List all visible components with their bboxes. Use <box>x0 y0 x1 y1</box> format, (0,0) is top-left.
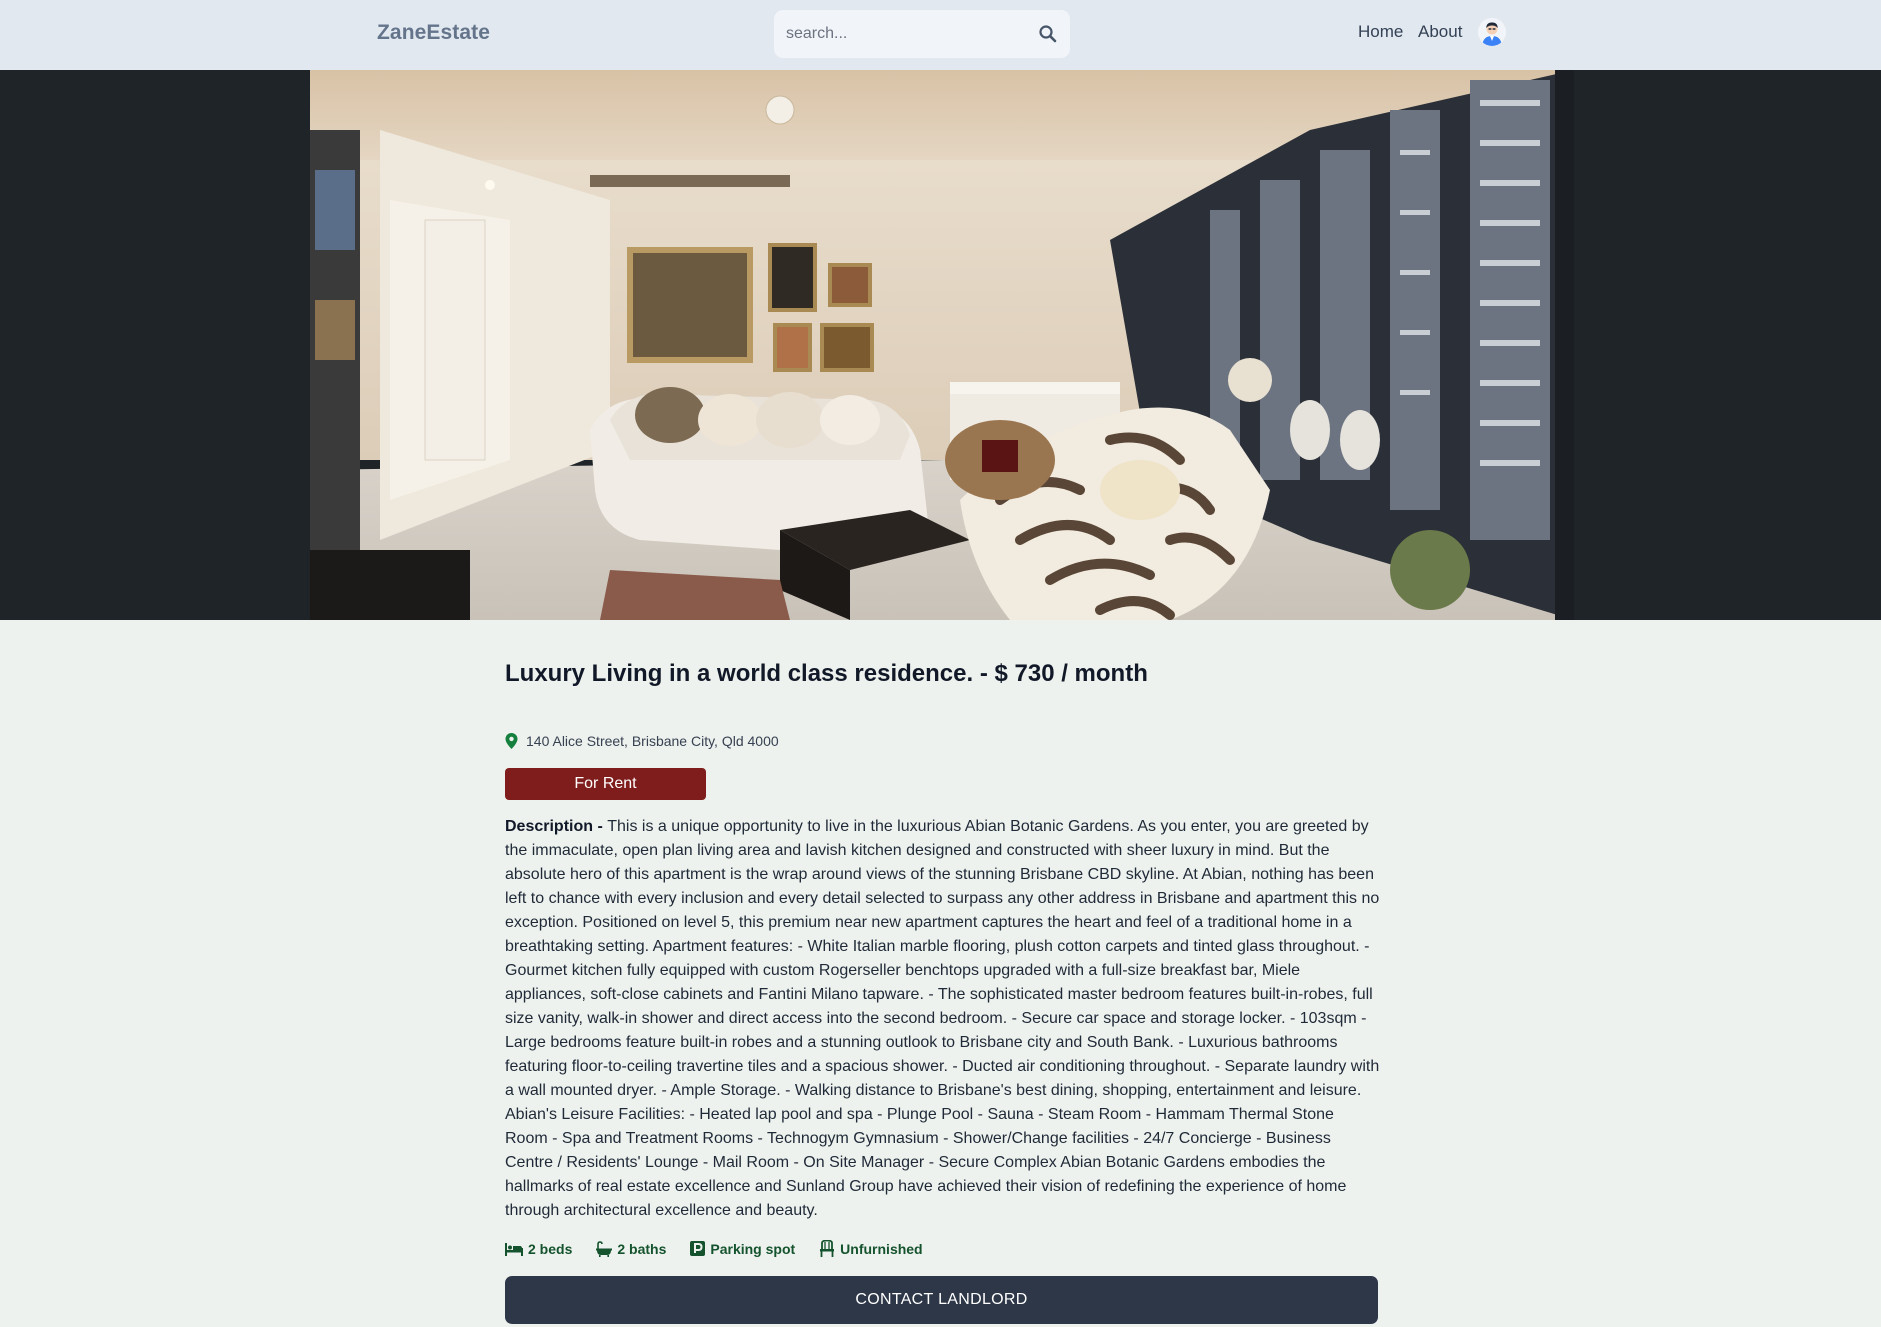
listing-photo <box>310 70 1574 620</box>
description-text: This is a unique opportunity to live in … <box>505 818 1380 1219</box>
nav-home-link[interactable]: Home <box>1358 22 1403 42</box>
listing-type-badge: For Rent <box>505 768 706 800</box>
beds-count: 2 beds <box>528 1240 573 1257</box>
parking-icon <box>690 1241 706 1256</box>
bath-icon <box>596 1240 613 1257</box>
contact-landlord-button[interactable]: CONTACT LANDLORD <box>505 1276 1378 1324</box>
feature-furnished: Unfurnished <box>819 1240 923 1257</box>
search-icon[interactable] <box>1038 24 1058 44</box>
listing-features: 2 beds 2 baths Parking spot Unfurnished <box>505 1240 923 1257</box>
listing-title: Luxury Living in a world class residence… <box>505 660 1148 687</box>
bed-icon <box>505 1242 523 1256</box>
listing-description: Description - This is a unique opportuni… <box>505 815 1380 1223</box>
site-logo[interactable]: ZaneEstate <box>377 21 490 45</box>
parking-text: Parking spot <box>710 1240 796 1257</box>
feature-beds: 2 beds <box>505 1240 572 1257</box>
feature-parking: Parking spot <box>690 1240 795 1257</box>
baths-count: 2 baths <box>617 1240 667 1257</box>
search-form <box>774 10 1070 58</box>
map-pin-icon <box>505 733 518 749</box>
address-text: 140 Alice Street, Brisbane City, Qld 400… <box>526 733 779 749</box>
chair-icon <box>820 1240 835 1257</box>
description-label: Description - <box>505 818 608 835</box>
top-navbar: ZaneEstate Home About <box>0 0 1881 70</box>
user-avatar[interactable] <box>1478 18 1506 46</box>
furnished-text: Unfurnished <box>840 1240 923 1257</box>
search-input[interactable] <box>786 10 1038 58</box>
listing-image-carousel <box>0 70 1881 620</box>
nav-about-link[interactable]: About <box>1418 22 1462 42</box>
feature-baths: 2 baths <box>596 1240 666 1257</box>
listing-address: 140 Alice Street, Brisbane City, Qld 400… <box>505 733 779 749</box>
user-avatar-icon <box>1478 18 1506 46</box>
